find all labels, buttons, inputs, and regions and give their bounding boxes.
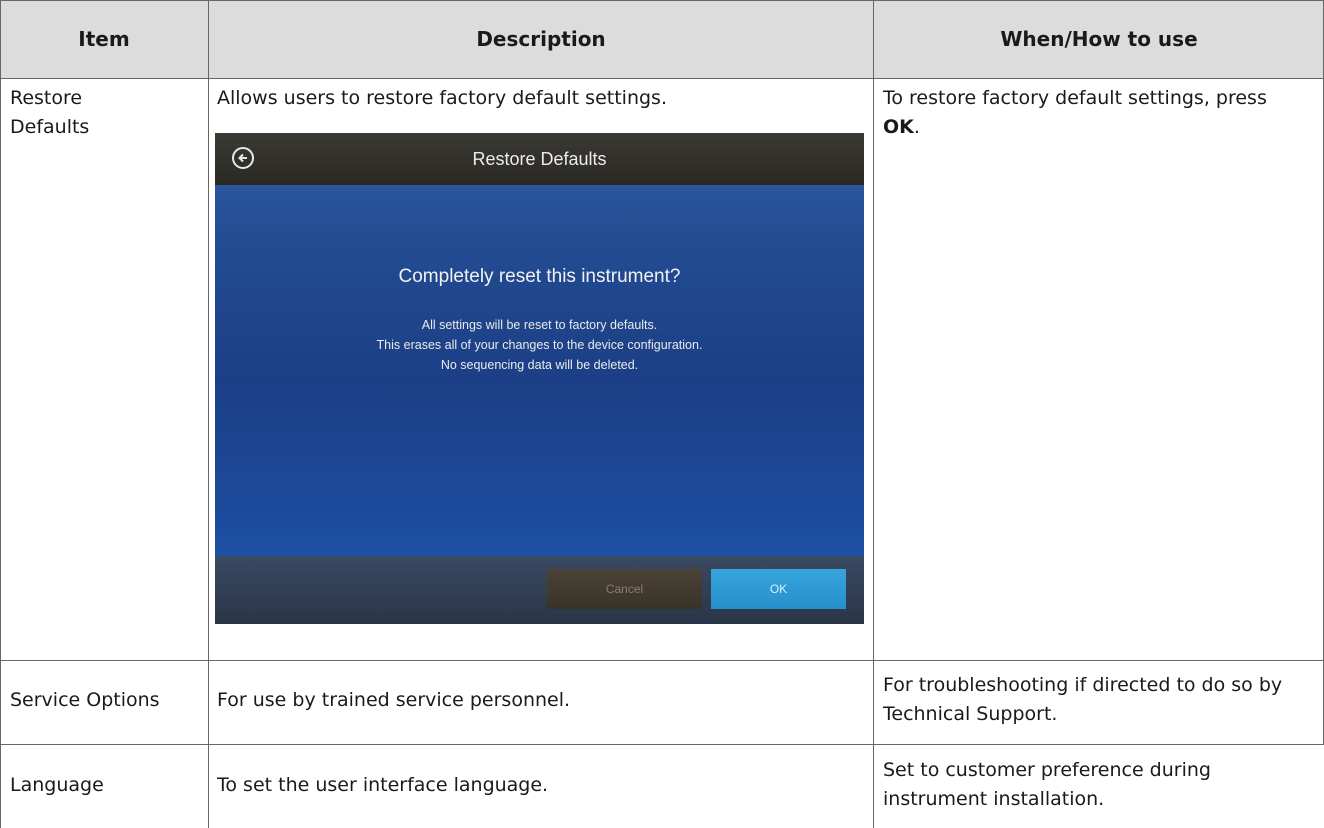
when-how-text: To restore factory default settings, pre… <box>883 87 1267 109</box>
row-divider <box>0 78 1324 79</box>
row-language-item: Language <box>10 774 104 796</box>
confirm-heading: Completely reset this instrument? <box>398 266 681 287</box>
row-restore-description: Allows users to restore factory default … <box>217 87 667 109</box>
message-line: All settings will be reset to factory de… <box>421 318 658 332</box>
row-divider <box>0 660 1324 661</box>
when-how-period: . <box>913 116 920 138</box>
cancel-button[interactable]: Cancel <box>547 569 702 609</box>
settings-table: Item Description When/How to use Restore… <box>0 0 1324 828</box>
message-line: This erases all of your changes to the d… <box>376 338 703 352</box>
message-line: No sequencing data will be deleted. <box>440 358 639 372</box>
row-service-description: For use by trained service personnel. <box>217 689 571 711</box>
row-service-when-how: For troubleshooting if directed to do so… <box>883 674 1283 725</box>
column-divider <box>208 0 209 828</box>
header-when-how: When/How to use <box>1000 27 1198 51</box>
row-language-description: To set the user interface language. <box>217 774 549 796</box>
row-divider <box>0 744 1324 745</box>
column-divider <box>0 0 1 828</box>
column-divider <box>873 0 874 828</box>
header-description: Description <box>476 27 606 51</box>
row-restore-when-how: To restore factory default settings, pre… <box>883 84 1303 142</box>
header-item: Item <box>78 27 130 51</box>
screen-title: Restore Defaults <box>472 149 607 169</box>
restore-defaults-screenshot: Restore Defaults Completely reset this i… <box>215 133 864 624</box>
row-restore-item: Restore Defaults <box>10 87 90 138</box>
row-language-when-how: Set to customer preference during instru… <box>883 759 1211 810</box>
row-service-item: Service Options <box>10 689 160 711</box>
ok-button[interactable]: OK <box>711 569 846 609</box>
ok-emphasis: OK <box>883 116 914 138</box>
